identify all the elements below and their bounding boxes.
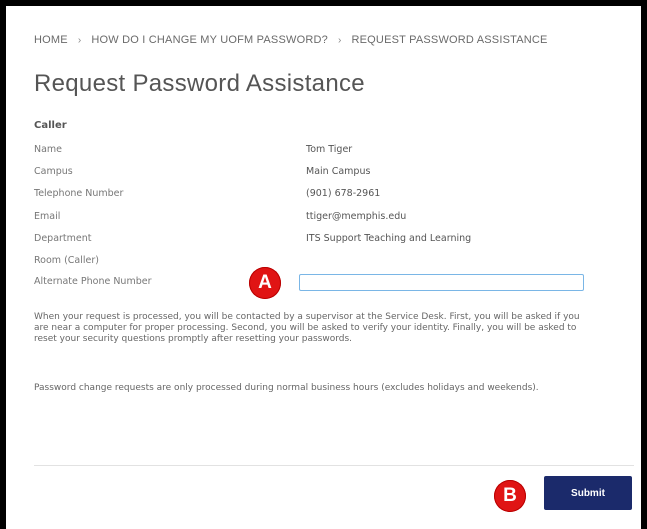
alternate-phone-input[interactable]: [299, 274, 584, 291]
room-label: Room (Caller): [34, 255, 99, 266]
caller-section-heading: Caller: [34, 120, 67, 131]
name-value: Tom Tiger: [306, 144, 353, 155]
alternate-phone-label: Alternate Phone Number: [34, 276, 152, 287]
campus-label: Campus: [34, 166, 73, 177]
page-title: Request Password Assistance: [34, 70, 365, 97]
breadcrumb-separator-icon: ›: [337, 35, 342, 46]
callout-marker-a: A: [249, 267, 281, 299]
breadcrumb-change-password-link[interactable]: HOW DO I CHANGE MY UOFM PASSWORD?: [91, 34, 328, 46]
breadcrumb-home-link[interactable]: HOME: [34, 34, 68, 46]
processing-notice: When your request is processed, you will…: [34, 312, 580, 344]
submit-button[interactable]: Submit: [544, 476, 632, 510]
email-label: Email: [34, 211, 61, 222]
callout-marker-b: B: [494, 480, 526, 512]
field-row-campus: Campus Main Campus: [34, 166, 594, 182]
field-row-email: Email ttiger@memphis.edu: [34, 211, 594, 227]
department-value: ITS Support Teaching and Learning: [306, 233, 472, 244]
telephone-label: Telephone Number: [34, 188, 124, 199]
breadcrumb-current: REQUEST PASSWORD ASSISTANCE: [351, 34, 548, 46]
field-row-room: Room (Caller): [34, 255, 594, 271]
campus-value: Main Campus: [306, 166, 371, 177]
telephone-value: (901) 678-2961: [306, 188, 381, 199]
field-row-telephone: Telephone Number (901) 678-2961: [34, 188, 594, 204]
breadcrumb-separator-icon: ›: [77, 35, 82, 46]
breadcrumb: HOME › HOW DO I CHANGE MY UOFM PASSWORD? › R…: [34, 34, 548, 46]
department-label: Department: [34, 233, 92, 244]
name-label: Name: [34, 144, 63, 155]
field-row-name: Name Tom Tiger: [34, 144, 594, 160]
business-hours-notice: Password change requests are only proces…: [34, 383, 539, 393]
email-value: ttiger@memphis.edu: [306, 211, 407, 222]
footer-divider: [34, 465, 634, 466]
page-frame: HOME › HOW DO I CHANGE MY UOFM PASSWORD? › R…: [0, 0, 647, 529]
field-row-department: Department ITS Support Teaching and Lear…: [34, 233, 594, 249]
